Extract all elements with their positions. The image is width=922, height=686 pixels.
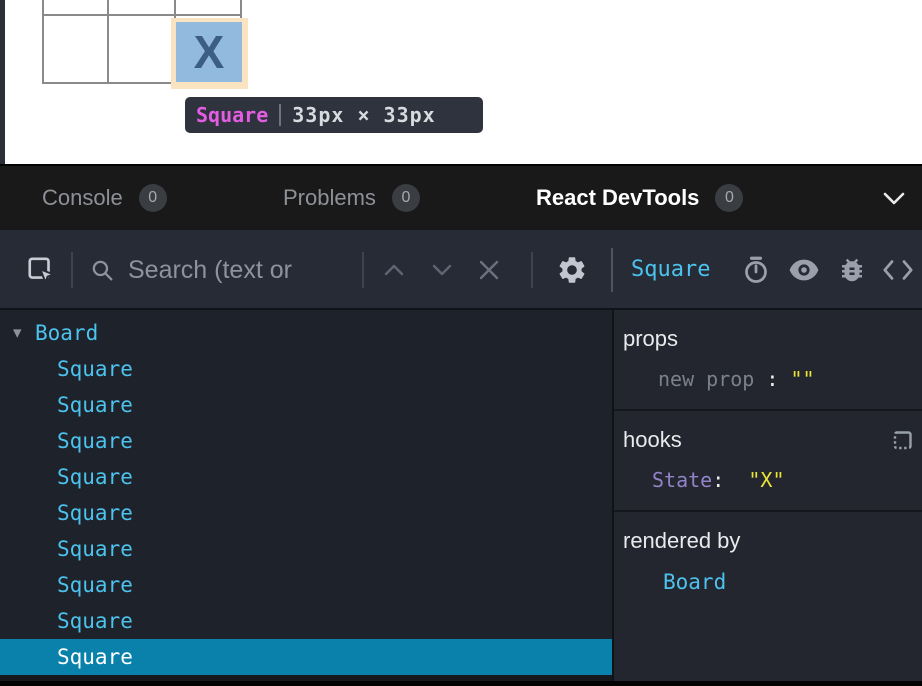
toolbar-separator xyxy=(531,252,533,288)
tab-problems-badge: 0 xyxy=(392,184,420,212)
parse-hook-names-icon[interactable] xyxy=(892,429,914,451)
tree-item-label: Square xyxy=(57,609,133,633)
inspected-page: X Square 33px × 33px xyxy=(0,0,922,164)
tree-row-square[interactable]: Square xyxy=(0,459,612,495)
hooks-section: hooks State: "X" xyxy=(614,411,922,512)
props-title: props xyxy=(623,326,678,352)
hook-row[interactable]: State: "X" xyxy=(614,468,922,492)
tree-row-square[interactable]: Square xyxy=(0,495,612,531)
tooltip-divider xyxy=(279,104,281,126)
rendered-by-title: rendered by xyxy=(623,528,740,554)
hooks-title: hooks xyxy=(623,427,682,453)
tree-row-square[interactable]: Square xyxy=(0,603,612,639)
inspect-element-icon[interactable] xyxy=(26,255,56,285)
tab-console-label: Console xyxy=(42,185,123,211)
tab-react-devtools[interactable]: React DevTools 0 xyxy=(536,166,743,230)
chevron-down-icon[interactable] xyxy=(882,191,906,207)
devtools-content: ▾ Board Square Square Square Square Squa… xyxy=(0,310,922,681)
window-bottom-edge xyxy=(0,681,922,686)
expand-caret-icon[interactable]: ▾ xyxy=(13,325,33,342)
tree-item-label: Board xyxy=(35,321,98,345)
tree-row-square-selected[interactable]: Square xyxy=(0,639,612,675)
tree-item-label: Square xyxy=(57,645,133,669)
bug-icon[interactable] xyxy=(837,255,867,285)
tree-row-square[interactable]: Square xyxy=(0,423,612,459)
devtools-window: X Square 33px × 33px Console 0 Problems … xyxy=(0,0,922,686)
stopwatch-icon[interactable] xyxy=(741,255,771,285)
drawer-tabbar: Console 0 Problems 0 React DevTools 0 xyxy=(0,164,922,230)
eye-icon[interactable] xyxy=(788,257,820,283)
tab-console[interactable]: Console 0 xyxy=(42,166,167,230)
board-square-cell[interactable]: X xyxy=(176,22,242,82)
rendered-by-section: rendered by Board xyxy=(614,512,922,612)
code-icon[interactable] xyxy=(881,258,915,282)
panel-divider xyxy=(611,248,613,292)
tree-row-board[interactable]: ▾ Board xyxy=(0,315,612,351)
element-tooltip: Square 33px × 33px xyxy=(185,97,483,133)
gear-icon[interactable] xyxy=(556,254,588,286)
toolbar-separator xyxy=(362,252,364,288)
window-edge xyxy=(0,0,5,164)
component-details: props new prop : "" hooks xyxy=(614,310,922,681)
tooltip-component-name: Square xyxy=(196,103,268,127)
tree-row-square[interactable]: Square xyxy=(0,387,612,423)
search-input[interactable] xyxy=(128,250,356,290)
component-tree: ▾ Board Square Square Square Square Squa… xyxy=(0,310,612,681)
prop-key-input[interactable]: new prop xyxy=(658,367,754,391)
toolbar-separator xyxy=(71,252,73,288)
tab-console-badge: 0 xyxy=(139,184,167,212)
tab-problems-label: Problems xyxy=(283,185,376,211)
tree-item-label: Square xyxy=(57,537,133,561)
hook-value-input[interactable]: "X" xyxy=(748,468,784,492)
selected-component-name: Square xyxy=(631,230,710,308)
tree-item-label: Square xyxy=(57,357,133,381)
tree-item-label: Square xyxy=(57,393,133,417)
chevron-down-icon[interactable] xyxy=(429,262,455,278)
tooltip-dimensions: 33px × 33px xyxy=(292,103,435,127)
tree-item-label: Square xyxy=(57,573,133,597)
tree-row-square[interactable]: Square xyxy=(0,531,612,567)
board-grid-line xyxy=(107,0,109,84)
board-grid-line xyxy=(42,14,242,16)
tab-react-devtools-label: React DevTools xyxy=(536,185,699,211)
tree-row-square[interactable]: Square xyxy=(0,351,612,387)
search-icon xyxy=(90,258,115,283)
tree-item-label: Square xyxy=(57,429,133,453)
tree-item-label: Square xyxy=(57,465,133,489)
devtools-toolbar: Square xyxy=(0,230,922,310)
close-icon[interactable] xyxy=(477,258,501,282)
rendered-by-link[interactable]: Board xyxy=(663,570,726,594)
chevron-up-icon[interactable] xyxy=(381,262,407,278)
prop-value-input[interactable]: "" xyxy=(790,367,814,391)
tree-item-label: Square xyxy=(57,501,133,525)
props-section: props new prop : "" xyxy=(614,310,922,411)
hook-key: State xyxy=(652,468,712,492)
tab-problems[interactable]: Problems 0 xyxy=(283,166,420,230)
tab-react-devtools-badge: 0 xyxy=(715,184,743,212)
board-grid-line xyxy=(42,0,44,84)
tree-row-square[interactable]: Square xyxy=(0,567,612,603)
prop-row[interactable]: new prop : "" xyxy=(614,367,922,391)
